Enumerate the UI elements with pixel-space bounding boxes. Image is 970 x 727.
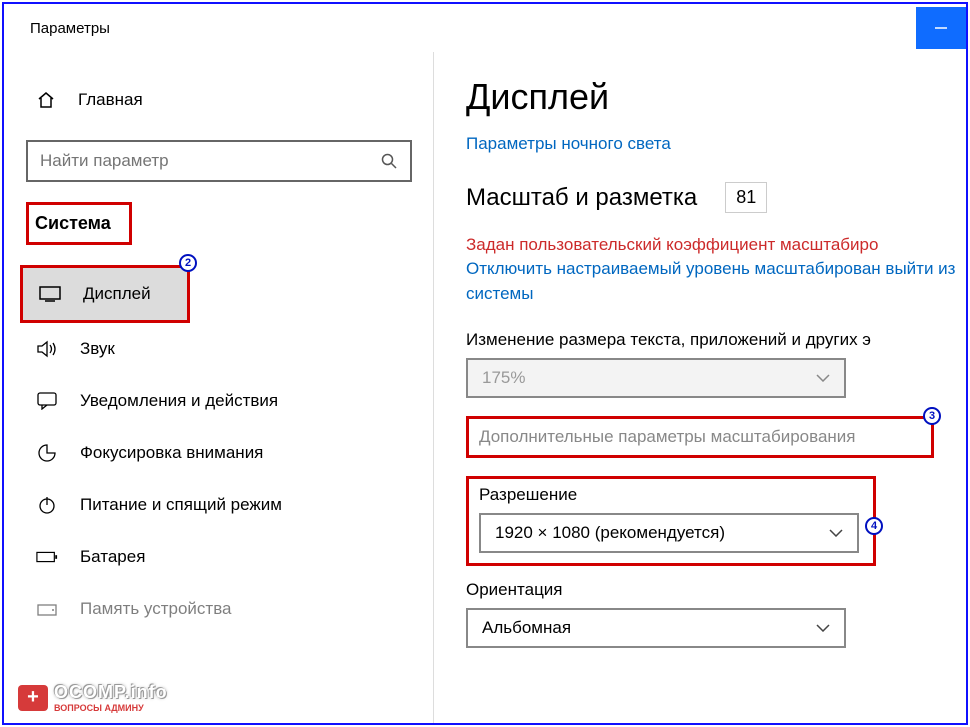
home-icon bbox=[36, 90, 56, 110]
resolution-label: Разрешение bbox=[479, 485, 863, 505]
resize-label: Изменение размера текста, приложений и д… bbox=[466, 330, 966, 350]
orientation-label: Ориентация bbox=[466, 580, 966, 600]
sidebar-section-system: Система bbox=[26, 202, 132, 245]
window-title: Параметры bbox=[30, 20, 110, 37]
notifications-icon bbox=[36, 392, 58, 410]
sidebar: Главная Система Дисплей 2 Звук bbox=[4, 52, 434, 723]
minimize-icon bbox=[934, 21, 948, 35]
sidebar-item-sound[interactable]: Звук bbox=[4, 323, 412, 375]
main-panel: Дисплей Параметры ночного света Масштаб … bbox=[434, 52, 966, 723]
orientation-select[interactable]: Альбомная bbox=[466, 608, 846, 648]
chevron-down-icon bbox=[816, 624, 830, 632]
focus-icon bbox=[36, 443, 58, 463]
sidebar-item-display[interactable]: Дисплей 2 bbox=[20, 265, 190, 323]
sidebar-item-label: Уведомления и действия bbox=[80, 391, 278, 411]
advanced-link-text: Дополнительные параметры масштабирования bbox=[479, 427, 855, 446]
orientation-select-value: Альбомная bbox=[482, 618, 571, 638]
annotation-badge-4: 4 bbox=[865, 517, 883, 535]
resolution-select-value: 1920 × 1080 (рекомендуется) bbox=[495, 523, 725, 543]
watermark-text: OCOMP.info ВОПРОСЫ АДМИНУ bbox=[54, 682, 168, 713]
nav-list: Дисплей 2 Звук Уведомления и действия Фо… bbox=[4, 265, 412, 635]
content-area: Главная Система Дисплей 2 Звук bbox=[4, 52, 966, 723]
scale-warning: Задан пользовательский коэффициент масшт… bbox=[466, 235, 966, 255]
sidebar-item-power[interactable]: Питание и спящий режим bbox=[4, 479, 412, 531]
annotation-badge-2: 2 bbox=[179, 254, 197, 272]
annotation-badge-3: 3 bbox=[923, 407, 941, 425]
sidebar-item-label: Питание и спящий режим bbox=[80, 495, 282, 515]
sidebar-item-label: Память устройства bbox=[80, 599, 232, 619]
watermark-line2: ВОПРОСЫ АДМИНУ bbox=[54, 703, 168, 713]
watermark-icon: + bbox=[18, 685, 48, 711]
search-field[interactable] bbox=[40, 151, 380, 171]
settings-window: Параметры Главная Система bbox=[2, 2, 968, 725]
sidebar-item-label: Звук bbox=[80, 339, 115, 359]
home-link[interactable]: Главная bbox=[26, 90, 433, 110]
sidebar-item-label: Фокусировка внимания bbox=[80, 443, 263, 463]
battery-icon bbox=[36, 550, 58, 564]
search-icon bbox=[380, 152, 398, 170]
scale-select[interactable]: 175% bbox=[466, 358, 846, 398]
scale-hint-link[interactable]: Отключить настраиваемый уровень масштаби… bbox=[466, 257, 966, 306]
advanced-scaling-link[interactable]: Дополнительные параметры масштабирования… bbox=[466, 416, 934, 458]
sidebar-item-label: Батарея bbox=[80, 547, 145, 567]
scale-select-value: 175% bbox=[482, 368, 525, 388]
resolution-select[interactable]: 1920 × 1080 (рекомендуется) bbox=[479, 513, 859, 553]
watermark-line1: OCOMP.info bbox=[54, 682, 168, 703]
sidebar-item-battery[interactable]: Батарея bbox=[4, 531, 412, 583]
watermark: + OCOMP.info ВОПРОСЫ АДМИНУ bbox=[18, 682, 168, 713]
sidebar-item-storage[interactable]: Память устройства bbox=[4, 583, 412, 635]
sidebar-item-label: Дисплей bbox=[83, 284, 151, 304]
home-label: Главная bbox=[78, 90, 143, 110]
storage-icon bbox=[36, 601, 58, 617]
minimize-button[interactable] bbox=[916, 7, 966, 49]
display-icon bbox=[39, 286, 61, 302]
scale-header-row: Масштаб и разметка 81 bbox=[466, 182, 966, 213]
scale-header: Масштаб и разметка bbox=[466, 184, 697, 212]
scale-value-input[interactable]: 81 bbox=[725, 182, 767, 213]
titlebar: Параметры bbox=[4, 4, 966, 52]
power-icon bbox=[36, 495, 58, 515]
sidebar-item-focus[interactable]: Фокусировка внимания bbox=[4, 427, 412, 479]
night-light-link[interactable]: Параметры ночного света bbox=[466, 134, 966, 154]
sidebar-item-notifications[interactable]: Уведомления и действия bbox=[4, 375, 412, 427]
sound-icon bbox=[36, 340, 58, 358]
page-title: Дисплей bbox=[466, 76, 966, 118]
search-input[interactable] bbox=[26, 140, 412, 182]
resolution-group: Разрешение 1920 × 1080 (рекомендуется) 4 bbox=[466, 476, 876, 566]
chevron-down-icon bbox=[816, 374, 830, 382]
chevron-down-icon bbox=[829, 529, 843, 537]
